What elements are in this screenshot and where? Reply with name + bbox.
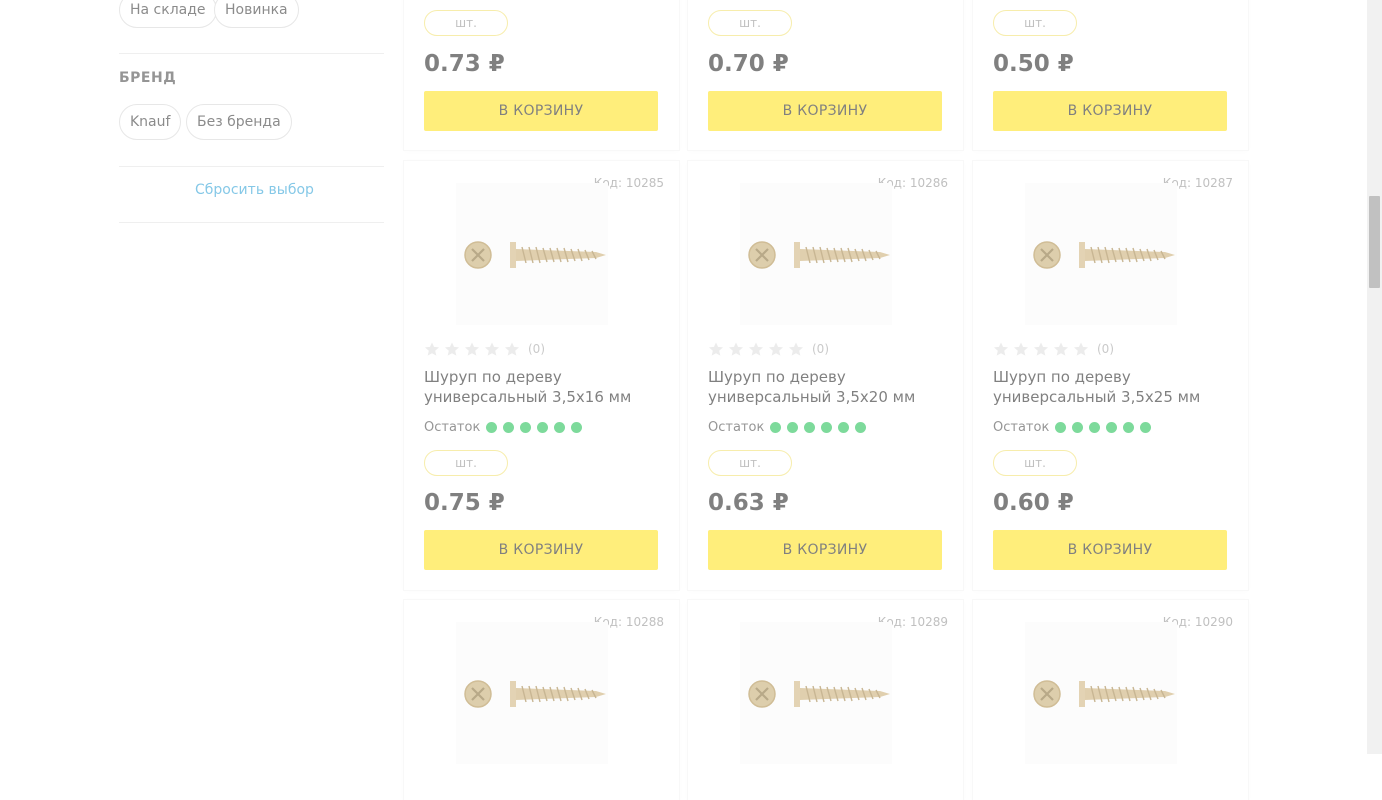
divider [119,53,384,54]
stock-dot [503,422,515,433]
stock-label: Остаток [708,420,765,435]
chip-brand-knauf[interactable]: Knauf [119,104,182,140]
product-image[interactable] [740,622,892,764]
product-card: Код: 10290 [973,600,1248,800]
stock-dot [1055,422,1067,433]
add-to-cart-button[interactable]: В КОРЗИНУ [993,91,1227,131]
product-card: шт. 0.73 ₽ В КОРЗИНУ [404,0,679,150]
unit-select[interactable]: шт. [424,10,508,36]
unit-select[interactable]: шт. [993,450,1077,476]
stock-dot [1123,422,1135,433]
rating-count: (0) [528,342,545,356]
add-to-cart-button[interactable]: В КОРЗИНУ [424,530,658,570]
price: 0.73 ₽ [424,51,505,77]
product-name-link[interactable]: Шуруп по дереву универсальный 3,5х20 мм [708,367,948,407]
divider [119,222,384,223]
screw-product-image [1033,680,1175,708]
chip-in-stock[interactable]: На складе [119,0,217,28]
product-card: шт. 0.70 ₽ В КОРЗИНУ [688,0,963,150]
star-icon[interactable] [708,341,724,357]
stock-indicator: Остаток [993,420,1152,435]
stock-dot [804,422,816,433]
stock-dot [537,422,549,433]
star-icon[interactable] [768,341,784,357]
unit-select[interactable]: шт. [708,450,792,476]
screw-product-image [748,680,890,708]
product-image[interactable] [456,183,608,325]
price: 0.63 ₽ [708,490,789,516]
product-image[interactable] [1025,622,1177,764]
rating-count: (0) [1097,342,1114,356]
screw-product-image [1033,241,1175,269]
star-icon[interactable] [464,341,480,357]
product-card: Код: 10286 (0) Шуруп по дереву универсаль… [688,161,963,590]
rating-stars[interactable]: (0) [424,340,545,358]
product-card: Код: 10285 (0) Шуруп по дереву универсаль… [404,161,679,590]
stock-dot [571,422,583,433]
scrollbar-thumb[interactable] [1369,196,1380,288]
add-to-cart-button[interactable]: В КОРЗИНУ [424,91,658,131]
unit-select[interactable]: шт. [424,450,508,476]
stock-dot [1106,422,1118,433]
star-icon[interactable] [484,341,500,357]
product-name-link[interactable]: Шуруп по дереву универсальный 3,5х25 мм [993,367,1233,407]
add-to-cart-button[interactable]: В КОРЗИНУ [708,91,942,131]
star-icon[interactable] [1033,341,1049,357]
star-icon[interactable] [788,341,804,357]
price: 0.50 ₽ [993,51,1074,77]
stock-dot [855,422,867,433]
product-image[interactable] [456,622,608,764]
screw-product-image [464,680,606,708]
product-image[interactable] [1025,183,1177,325]
star-icon[interactable] [1073,341,1089,357]
stock-dot [1140,422,1152,433]
star-icon[interactable] [728,341,744,357]
rating-count: (0) [812,342,829,356]
stock-indicator: Остаток [424,420,583,435]
product-card: Код: 10288 [404,600,679,800]
add-to-cart-button[interactable]: В КОРЗИНУ [708,530,942,570]
chip-new[interactable]: Новинка [214,0,299,28]
product-card: Код: 10287 (0) Шуруп по дереву универсаль… [973,161,1248,590]
star-icon[interactable] [1013,341,1029,357]
screw-product-image [748,241,890,269]
stock-indicator: Остаток [708,420,867,435]
stock-dot [787,422,799,433]
product-card: шт. 0.50 ₽ В КОРЗИНУ [973,0,1248,150]
star-icon[interactable] [504,341,520,357]
stock-dot [1072,422,1084,433]
unit-select[interactable]: шт. [993,10,1077,36]
chip-brand-none[interactable]: Без бренда [186,104,292,140]
rating-stars[interactable]: (0) [708,340,829,358]
star-icon[interactable] [993,341,1009,357]
stock-dot [1089,422,1101,433]
stock-dot [821,422,833,433]
star-icon[interactable] [444,341,460,357]
product-name-link[interactable]: Шуруп по дереву универсальный 3,5х16 мм [424,367,664,407]
star-icon[interactable] [424,341,440,357]
stock-dot [486,422,498,433]
screw-product-image [464,241,606,269]
add-to-cart-button[interactable]: В КОРЗИНУ [993,530,1227,570]
stock-label: Остаток [424,420,481,435]
price: 0.75 ₽ [424,490,505,516]
reset-filters-link[interactable]: Сбросить выбор [195,182,314,198]
stock-label: Остаток [993,420,1050,435]
scrollbar-track[interactable] [1367,0,1382,754]
star-icon[interactable] [748,341,764,357]
stock-dot [520,422,532,433]
stock-dot [554,422,566,433]
stock-dot [838,422,850,433]
price: 0.70 ₽ [708,51,789,77]
star-icon[interactable] [1053,341,1069,357]
rating-stars[interactable]: (0) [993,340,1114,358]
product-image[interactable] [740,183,892,325]
product-card: Код: 10289 [688,600,963,800]
stock-dot [770,422,782,433]
brand-filter-title: БРЕНД [119,70,177,86]
unit-select[interactable]: шт. [708,10,792,36]
price: 0.60 ₽ [993,490,1074,516]
divider [119,166,384,167]
